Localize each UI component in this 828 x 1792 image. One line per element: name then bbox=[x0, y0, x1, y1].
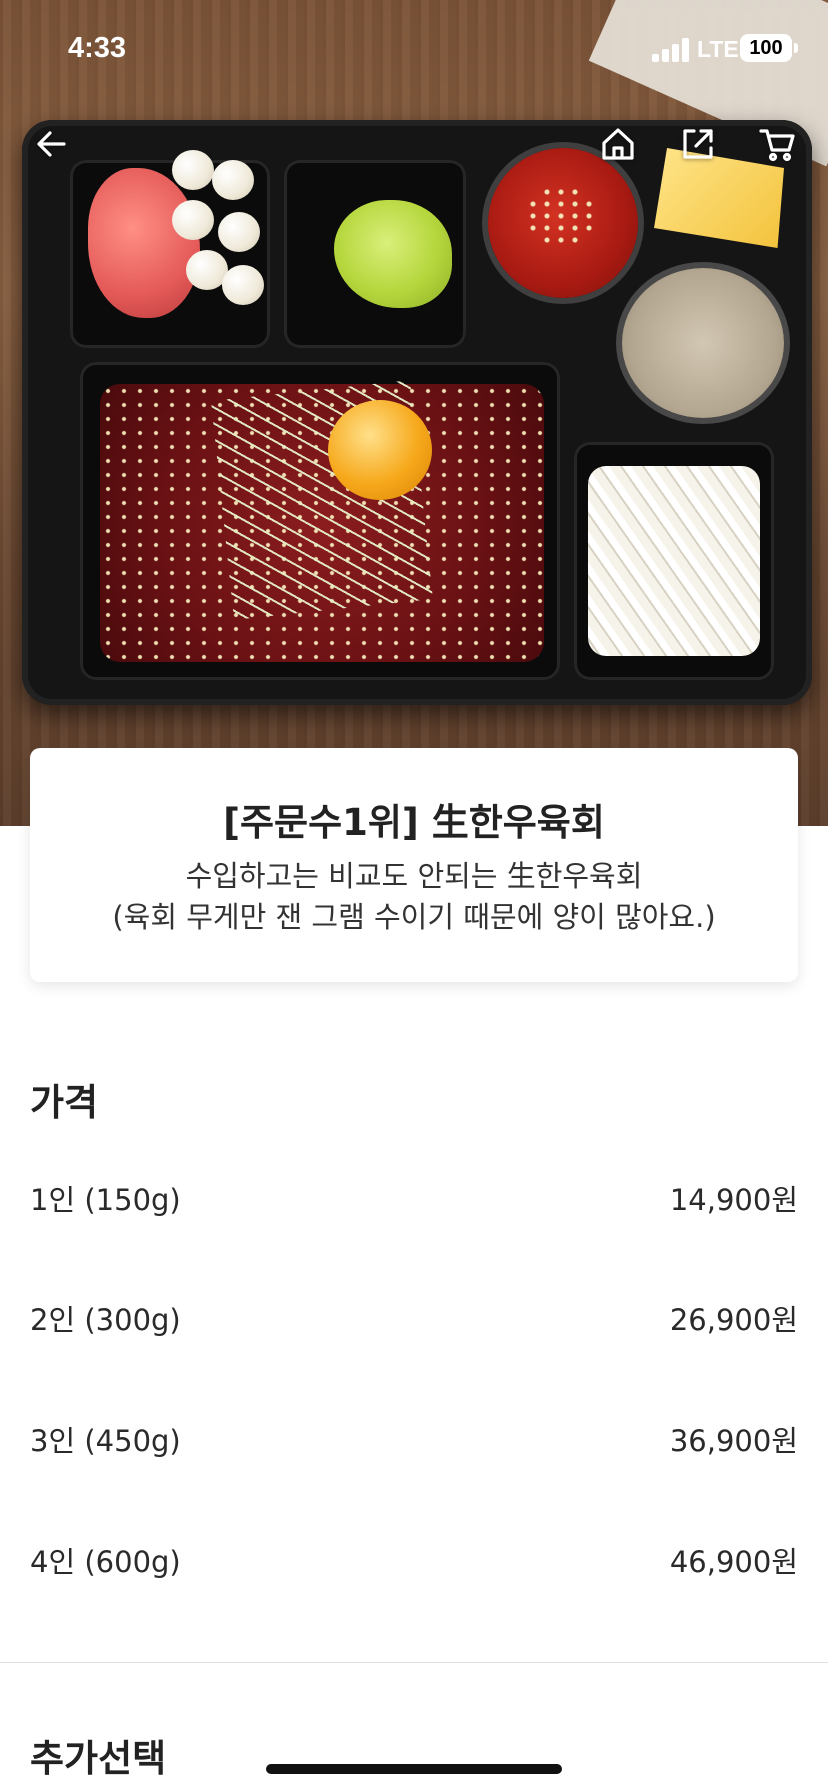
egg-yolk bbox=[328, 400, 432, 500]
price-option-label: 1인 (150g) bbox=[30, 1183, 181, 1217]
price-option-value: 36,900원 bbox=[669, 1424, 798, 1458]
home-indicator[interactable] bbox=[266, 1764, 562, 1774]
home-icon bbox=[602, 128, 634, 160]
home-button[interactable] bbox=[592, 118, 644, 170]
cart-button[interactable] bbox=[752, 118, 804, 170]
battery-icon: 100 bbox=[740, 34, 798, 62]
description-line-1: 수입하고는 비교도 안되는 生한우육회 bbox=[185, 859, 643, 893]
price-option-label: 3인 (450g) bbox=[30, 1424, 181, 1458]
signal-icon bbox=[652, 38, 690, 62]
arrow-left-icon bbox=[37, 131, 66, 157]
price-option-label: 2인 (300g) bbox=[30, 1303, 181, 1337]
share-icon bbox=[683, 129, 713, 159]
price-option-row: 1인 (150g) 14,900원 bbox=[30, 1174, 798, 1222]
price-section-title: 가격 bbox=[30, 1081, 99, 1124]
extra-options-title: 추가선택 bbox=[30, 1737, 167, 1780]
price-option-label: 4인 (600g) bbox=[30, 1545, 181, 1579]
price-option-value: 26,900원 bbox=[669, 1303, 798, 1337]
price-option-value: 46,900원 bbox=[669, 1545, 798, 1579]
section-divider bbox=[0, 1662, 828, 1663]
status-bar: 4:33 LTE 100 bbox=[0, 0, 828, 100]
network-label: LTE bbox=[697, 36, 739, 62]
status-time: 4:33 bbox=[68, 32, 127, 64]
price-option-row: 3인 (450g) 36,900원 bbox=[30, 1415, 798, 1463]
food-tray bbox=[22, 120, 812, 705]
price-option-row: 4인 (600g) 46,900원 bbox=[30, 1536, 798, 1584]
product-info-card: [주문수1위] 生한우육회 수입하고는 비교도 안되는 生한우육회 (육회 무게… bbox=[30, 748, 798, 982]
sesame-sauce-cup bbox=[622, 268, 784, 418]
back-button[interactable] bbox=[26, 118, 78, 170]
description-line-2: (육회 무게만 잰 그램 수이기 때문에 양이 많아요.) bbox=[112, 900, 716, 934]
price-option-row: 2인 (300g) 26,900원 bbox=[30, 1294, 798, 1342]
share-button[interactable] bbox=[672, 118, 724, 170]
product-description: 수입하고는 비교도 안되는 生한우육회 (육회 무게만 잰 그램 수이기 때문에… bbox=[30, 856, 798, 938]
product-title: [주문수1위] 生한우육회 bbox=[223, 801, 605, 844]
julienned-pear bbox=[588, 466, 760, 656]
red-sauce-cup bbox=[488, 148, 638, 298]
cart-icon bbox=[759, 129, 795, 162]
price-option-value: 14,900원 bbox=[669, 1183, 798, 1217]
